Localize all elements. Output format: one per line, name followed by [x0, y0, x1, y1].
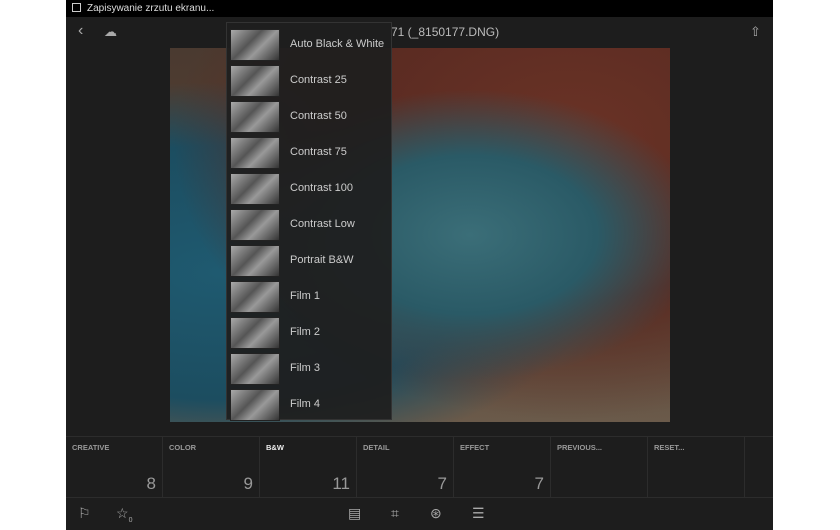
- preset-label: Film 4: [290, 398, 320, 410]
- rating-count: 0: [128, 516, 133, 524]
- tab-count: 9: [243, 474, 253, 493]
- app: Zapisywanie zrzutu ekranu... ‹ ☁ 71 (_81…: [66, 0, 773, 530]
- tab-label: EFFECT: [460, 443, 490, 452]
- cloud-off-icon[interactable]: ☁: [104, 24, 117, 40]
- tab-effect[interactable]: EFFECT 7: [454, 437, 551, 498]
- tab-label: RESET...: [654, 443, 685, 452]
- share-icon[interactable]: ⇧: [750, 24, 761, 40]
- preset-thumbnail: [230, 245, 280, 277]
- preset-thumbnail: [230, 173, 280, 205]
- flag-icon[interactable]: ⚐: [78, 505, 91, 522]
- tab-label: B&W: [266, 443, 284, 452]
- photo-title: 71 (_8150177.DNG): [391, 25, 500, 39]
- presets-icon[interactable]: ▤: [348, 505, 361, 522]
- tab-previous[interactable]: PREVIOUS...: [551, 437, 648, 498]
- preset-thumbnail: [230, 29, 280, 61]
- preset-label: Film 1: [290, 290, 320, 302]
- adjust-icon[interactable]: ☰: [472, 505, 485, 522]
- tab-count: 11: [332, 474, 350, 493]
- preset-category-tabs: CREATIVE 8 COLOR 9 B&W 11 DETAIL 7 EFFECT 7 PREVIO…: [66, 436, 773, 498]
- preset-label: Portrait B&W: [290, 254, 354, 266]
- tab-bw[interactable]: B&W 11: [260, 437, 357, 498]
- tab-count: 7: [534, 474, 544, 493]
- status-text: Zapisywanie zrzutu ekranu...: [87, 3, 215, 14]
- preset-item[interactable]: Contrast 100: [227, 171, 393, 207]
- preset-thumbnail: [230, 281, 280, 313]
- tab-label: CREATIVE: [72, 443, 110, 452]
- preset-menu: Auto Black & White Contrast 25 Contrast 50…: [226, 22, 393, 423]
- tab-count: 7: [437, 474, 447, 493]
- tab-reset[interactable]: RESET...: [648, 437, 745, 498]
- preset-thumbnail: [230, 209, 280, 241]
- preset-label: Film 2: [290, 326, 320, 338]
- preset-thumbnail: [230, 137, 280, 169]
- preset-thumbnail: [230, 65, 280, 97]
- tab-color[interactable]: COLOR 9: [163, 437, 260, 498]
- screenshot-icon: [72, 3, 81, 12]
- preset-item[interactable]: Film 3: [227, 351, 393, 387]
- status-bar: Zapisywanie zrzutu ekranu...: [66, 0, 773, 17]
- tab-count: 8: [146, 474, 156, 493]
- tab-creative[interactable]: CREATIVE 8: [66, 437, 163, 498]
- preset-item[interactable]: Portrait B&W: [227, 243, 393, 279]
- preset-label: Contrast Low: [290, 218, 355, 230]
- preset-thumbnail: [230, 389, 280, 421]
- preset-thumbnail: [230, 101, 280, 133]
- preset-item[interactable]: Contrast 75: [227, 135, 393, 171]
- color-icon[interactable]: ⊛: [430, 505, 442, 522]
- preset-label: Film 3: [290, 362, 320, 374]
- preset-label: Contrast 100: [290, 182, 353, 194]
- tab-label: COLOR: [169, 443, 197, 452]
- preset-item[interactable]: Contrast 50: [227, 99, 393, 135]
- preset-label: Auto Black & White: [290, 38, 385, 50]
- preset-item[interactable]: Film 1: [227, 279, 393, 315]
- star-icon[interactable]: ☆0: [116, 505, 132, 524]
- bottom-toolbar: ⚐ ☆0 ▤ ⌗ ⊛ ☰: [66, 497, 773, 530]
- preset-item[interactable]: Film 4: [227, 387, 393, 423]
- preset-label: Contrast 75: [290, 146, 347, 158]
- back-icon[interactable]: ‹: [78, 22, 83, 40]
- preset-thumbnail: [230, 317, 280, 349]
- preset-label: Contrast 25: [290, 74, 347, 86]
- preset-label: Contrast 50: [290, 110, 347, 122]
- top-bar: ‹ ☁ 71 (_8150177.DNG) ⇧: [66, 17, 773, 48]
- preset-item[interactable]: Film 2: [227, 315, 393, 351]
- preset-item[interactable]: Contrast Low: [227, 207, 393, 243]
- tab-label: DETAIL: [363, 443, 390, 452]
- preset-item[interactable]: Auto Black & White: [227, 27, 393, 63]
- tab-detail[interactable]: DETAIL 7: [357, 437, 454, 498]
- crop-icon[interactable]: ⌗: [391, 505, 399, 522]
- tab-label: PREVIOUS...: [557, 443, 603, 452]
- preset-item[interactable]: Contrast 25: [227, 63, 393, 99]
- preset-thumbnail: [230, 353, 280, 385]
